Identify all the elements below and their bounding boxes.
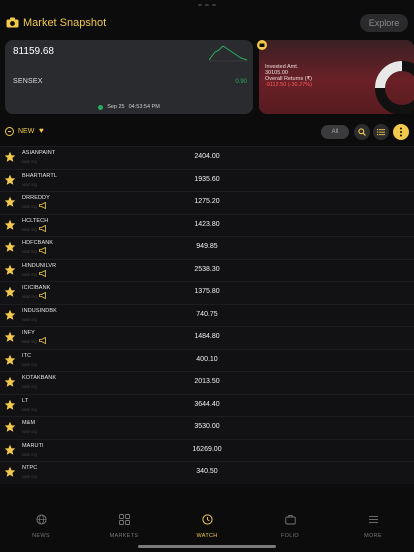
market-date: Sep 25 xyxy=(107,104,125,110)
watchlist-row[interactable]: DRREDDY NSE EQ 1275.20 xyxy=(0,191,414,214)
globe-icon xyxy=(35,514,47,525)
window-grabber[interactable] xyxy=(198,4,216,7)
stock-price: 400.10 xyxy=(196,355,218,363)
briefcase-icon xyxy=(284,515,296,525)
stock-price: 949.85 xyxy=(196,243,218,250)
kebab-icon xyxy=(400,127,402,137)
nav-label-more: MORE xyxy=(364,533,382,539)
stock-price: 340.50 xyxy=(196,468,218,475)
stock-price: 3530.00 xyxy=(194,423,220,430)
watchlist-row[interactable]: HCLTECH NSE EQ 1423.80 xyxy=(0,213,414,236)
market-status-dot xyxy=(98,104,104,110)
market-time: 04:53:54 PM xyxy=(128,104,160,110)
nav-tab-more[interactable]: MORE xyxy=(343,512,403,539)
home-indicator[interactable] xyxy=(138,545,276,548)
app-header: Market Snapshot Explore xyxy=(0,12,414,36)
nav-label-news: NEWS xyxy=(32,533,50,539)
search-button[interactable] xyxy=(354,124,370,140)
nav-tab-news[interactable]: NEWS xyxy=(11,512,71,539)
page-title: Market Snapshot xyxy=(23,17,107,29)
watchlist-row[interactable]: INDUSINDBK NSE EQ 740.75 xyxy=(0,303,414,326)
index-change: 0.90 xyxy=(235,79,247,85)
stock-price: 16269.00 xyxy=(192,445,222,453)
watchlist-row[interactable]: NTPC NSE EQ 340.50 xyxy=(0,461,414,484)
stock-price: 1484.80 xyxy=(194,333,220,340)
watchlist-row[interactable]: ITC NSE EQ 400.10 xyxy=(0,348,414,371)
watchlist-name[interactable]: NEW xyxy=(18,128,34,135)
camera-icon xyxy=(6,17,19,28)
stock-price: 740.75 xyxy=(196,310,218,318)
watchlist-row[interactable]: KOTAKBANK NSE EQ 2013.50 xyxy=(0,371,414,394)
more-options-button[interactable] xyxy=(393,124,409,140)
watchlist-row[interactable]: HDFCBANK NSE EQ 949.85 xyxy=(0,236,414,259)
stock-price: 2404.00 xyxy=(194,153,220,160)
watchlist-row[interactable]: ICICIBANK NSE EQ 1375.80 xyxy=(0,281,414,304)
watchlist-filter-bar: NEW ♥ All xyxy=(0,124,414,142)
portfolio-donut-chart xyxy=(375,61,414,114)
nav-tab-folio[interactable]: FOLIO xyxy=(260,512,320,539)
index-card[interactable]: 81159.68 SENSEX 0.90 Sep 25 04:53:54 PM xyxy=(5,40,253,114)
remove-watchlist-icon[interactable] xyxy=(5,127,14,136)
grid-icon xyxy=(118,514,130,525)
watchlist-row[interactable]: MARUTI NSE EQ 16269.00 xyxy=(0,438,414,461)
watchlist-row[interactable]: INFY NSE EQ 1484.80 xyxy=(0,326,414,349)
nav-label-folio: FOLIO xyxy=(280,533,299,539)
explore-button[interactable]: Explore xyxy=(360,14,408,32)
watchlist-row[interactable]: HINDUNILVR NSE EQ 2538.30 xyxy=(0,258,414,281)
clock-icon xyxy=(201,514,213,525)
list-view-button[interactable] xyxy=(373,124,389,140)
list-icon xyxy=(377,129,385,136)
index-value: 81159.68 xyxy=(13,46,54,57)
menu-icon xyxy=(368,516,378,523)
filter-all-pill[interactable]: All xyxy=(321,125,349,139)
stock-price: 3644.40 xyxy=(194,400,220,408)
search-icon xyxy=(358,128,366,136)
market-timestamp: Sep 25 04:53:54 PM xyxy=(5,104,253,110)
returns-value: -9112.50 (-30.27%) xyxy=(265,82,312,88)
watchlist-table: ASIANPAINT NSE EQ 2404.00 BHARTIARTL NSE EQ 1… xyxy=(0,146,414,502)
nav-label-markets: MARKETS xyxy=(109,533,139,539)
watchlist-row[interactable]: M&M NSE EQ 3530.00 xyxy=(0,416,414,439)
nav-tab-watch[interactable]: WATCH xyxy=(177,512,237,539)
stock-price: 1423.80 xyxy=(194,220,220,228)
folio-badge-icon xyxy=(257,40,267,50)
sparkline-chart xyxy=(209,45,249,62)
watchlist-row[interactable]: LT NSE EQ 3644.40 xyxy=(0,393,414,416)
heart-icon[interactable]: ♥ xyxy=(39,126,44,135)
nav-tab-markets[interactable]: MARKETS xyxy=(94,512,154,539)
stock-price: 1375.80 xyxy=(194,288,220,295)
stock-price: 2538.30 xyxy=(194,265,220,273)
nav-label-watch: WATCH xyxy=(196,533,218,539)
stock-price: 1935.60 xyxy=(194,175,220,183)
watchlist-row[interactable]: ASIANPAINT NSE EQ 2404.00 xyxy=(0,146,414,169)
watchlist-row[interactable]: BHARTIARTL NSE EQ 1935.60 xyxy=(0,168,414,191)
stock-price: 2013.50 xyxy=(194,378,220,385)
portfolio-card[interactable]: Invested Amt. 30105.00 Overall Returns (… xyxy=(259,40,414,114)
index-name: SENSEX xyxy=(13,78,43,85)
stock-price: 1275.20 xyxy=(194,198,220,205)
